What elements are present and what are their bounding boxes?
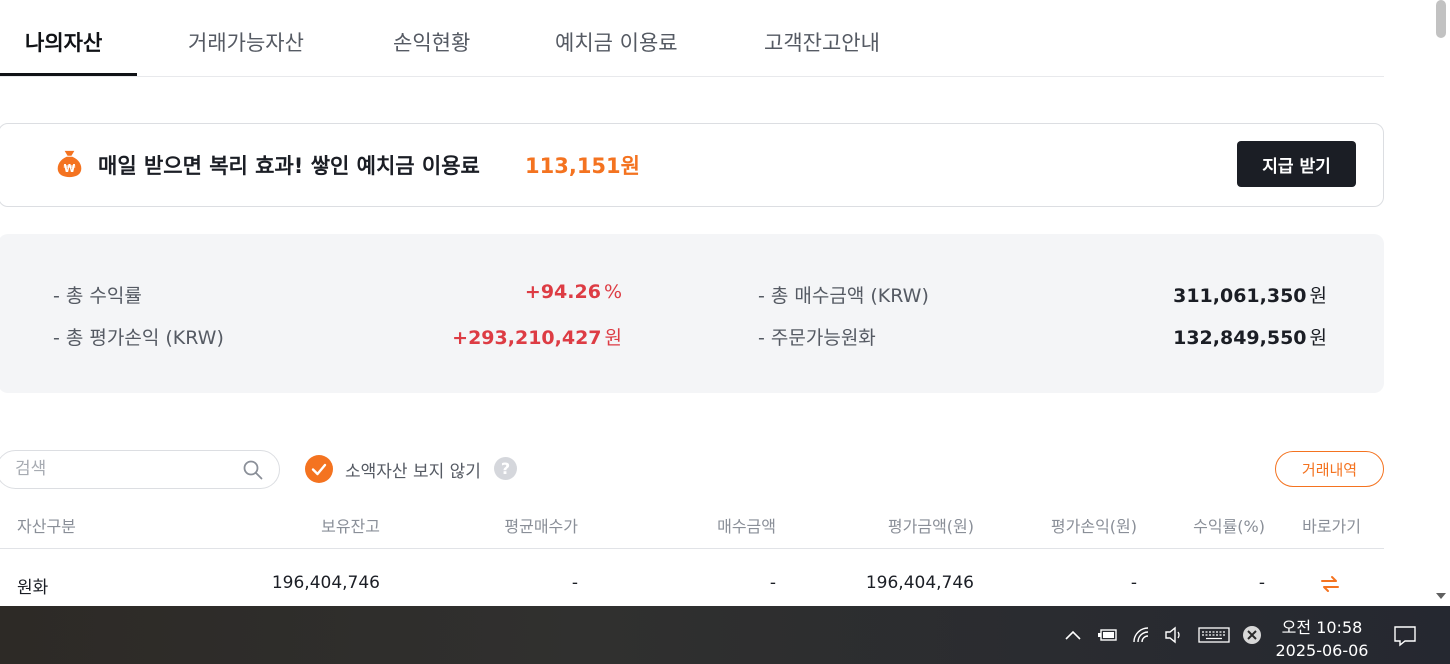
hide-small-assets-checkbox[interactable]: [305, 455, 333, 483]
active-tab-indicator: [0, 73, 137, 76]
tab-customer-balance[interactable]: 고객잔고안내: [764, 27, 880, 57]
cell-eval-amount: 196,404,746: [865, 573, 974, 593]
orderable-krw-value: 132,849,550 원: [1173, 323, 1327, 350]
cell-asset-type: 원화: [17, 578, 49, 598]
search-box: [0, 450, 280, 489]
search-icon[interactable]: [242, 459, 264, 481]
total-pnl-number: +293,210,427: [452, 327, 602, 349]
orderable-krw-label: - 주문가능원화: [758, 327, 876, 349]
scrollbar-thumb[interactable]: [1436, 0, 1446, 38]
tab-profit-loss[interactable]: 손익현황: [393, 27, 470, 57]
total-buy-value: 311,061,350 원: [1173, 281, 1327, 308]
keyboard-icon[interactable]: [1198, 624, 1230, 646]
claim-button[interactable]: 지급 받기: [1237, 141, 1356, 187]
close-circle-icon[interactable]: [1241, 624, 1263, 646]
col-header-return-rate: 수익률(%): [1193, 517, 1265, 536]
total-return-number: +94.26: [524, 281, 601, 303]
taskbar-date: 2025-06-06: [1275, 641, 1369, 660]
table-header-divider: [0, 548, 1384, 549]
cell-return-rate: -: [1258, 573, 1265, 593]
total-pnl-label: - 총 평가손익 (KRW): [53, 327, 224, 349]
col-header-shortcut: 바로가기: [1302, 517, 1361, 536]
cell-balance: 196,404,746: [271, 573, 380, 593]
total-pnl-unit: 원: [604, 327, 622, 349]
col-header-eval-pnl: 평가손익(원): [1050, 517, 1137, 536]
chevron-up-icon[interactable]: [1062, 624, 1084, 646]
transaction-history-button[interactable]: 거래내역: [1275, 451, 1384, 487]
col-header-avg-price: 평균매수가: [504, 517, 578, 536]
wifi-icon[interactable]: [1130, 624, 1152, 646]
banner-amount: 113,151원: [525, 154, 640, 178]
total-return-label: - 총 수익률: [53, 285, 142, 307]
cell-eval-pnl: -: [1130, 573, 1137, 593]
windows-taskbar: [0, 606, 1450, 664]
total-buy-unit: 원: [1309, 285, 1327, 307]
scrollbar-track[interactable]: [1433, 0, 1450, 606]
notification-icon[interactable]: [1393, 624, 1417, 648]
hide-small-assets-label[interactable]: 소액자산 보지 않기: [345, 457, 481, 482]
taskbar-time: 오전 10:58: [1281, 618, 1363, 637]
banner-message: 매일 받으면 복리 효과! 쌓인 예치금 이용료: [98, 154, 480, 178]
total-return-unit: %: [603, 281, 622, 303]
total-pnl-value: +293,210,427 원: [452, 323, 622, 350]
svg-text:₩: ₩: [64, 162, 76, 175]
volume-icon[interactable]: [1163, 624, 1185, 646]
won-pouch-icon: ₩: [57, 150, 82, 178]
col-header-asset-type: 자산구분: [17, 517, 76, 536]
asset-tabs: 나의자산 거래가능자산 손익현황 예치금 이용료 고객잔고안내: [0, 0, 1384, 77]
col-header-buy-amount: 매수금액: [717, 517, 776, 536]
col-header-balance: 보유잔고: [321, 517, 380, 536]
tab-deposit-fee[interactable]: 예치금 이용료: [555, 27, 678, 57]
search-input[interactable]: [15, 459, 235, 479]
asset-summary: - 총 수익률 +94.26% - 총 평가손익 (KRW) +293,210,…: [0, 234, 1384, 393]
scroll-down-arrow-icon[interactable]: [1434, 590, 1448, 602]
col-header-eval-amount: 평가금액(원): [887, 517, 974, 536]
checkmark-icon: [311, 463, 327, 476]
orderable-krw-unit: 원: [1309, 327, 1327, 349]
total-return-value: +94.26%: [525, 281, 622, 303]
total-buy-number: 311,061,350: [1173, 285, 1307, 307]
deposit-fee-banner: ₩ 매일 받으면 복리 효과! 쌓인 예치금 이용료 113,151원: [0, 123, 1384, 207]
help-icon[interactable]: ?: [494, 457, 517, 480]
cell-buy-amount: -: [769, 573, 776, 593]
swap-arrows-icon[interactable]: [1319, 573, 1341, 595]
tab-my-assets[interactable]: 나의자산: [25, 27, 102, 57]
tab-tradable-assets[interactable]: 거래가능자산: [188, 27, 304, 57]
battery-icon[interactable]: [1096, 624, 1118, 646]
total-buy-label: - 총 매수금액 (KRW): [758, 285, 929, 307]
orderable-krw-number: 132,849,550: [1173, 327, 1307, 349]
cell-avg-price: -: [571, 573, 578, 593]
